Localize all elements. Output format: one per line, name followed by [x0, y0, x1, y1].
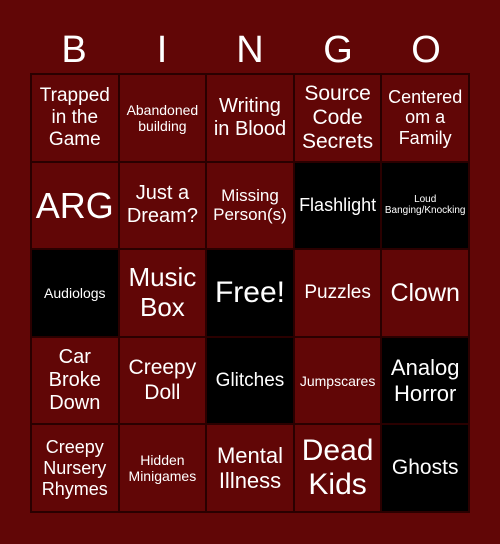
- header-letter-b: B: [61, 29, 87, 71]
- bingo-header: B I N G O: [30, 28, 470, 73]
- bingo-cell[interactable]: Audiologs: [31, 249, 119, 337]
- header-letter-n: N: [236, 29, 264, 71]
- bingo-cell[interactable]: Trapped in the Game: [31, 74, 119, 162]
- bingo-cell[interactable]: Mental Illness: [206, 424, 294, 512]
- bingo-cell[interactable]: Puzzles: [293, 249, 382, 337]
- bingo-cell[interactable]: Car Broke Down: [31, 336, 119, 425]
- bingo-cell[interactable]: Missing Person(s): [206, 161, 294, 250]
- bingo-cell[interactable]: Creepy Doll: [118, 336, 207, 425]
- bingo-cell[interactable]: Ghosts: [381, 424, 469, 512]
- bingo-cell[interactable]: Flashlight: [293, 161, 382, 250]
- bingo-cell[interactable]: Centered om a Family: [381, 74, 469, 162]
- bingo-cell[interactable]: Abandoned building: [118, 74, 207, 162]
- header-letter-o: O: [411, 29, 441, 71]
- bingo-cell[interactable]: Creepy Nursery Rhymes: [31, 424, 119, 512]
- header-letter-i: I: [156, 29, 168, 71]
- bingo-cell[interactable]: Loud Banging/Knocking: [381, 161, 469, 250]
- bingo-cell[interactable]: Hidden Minigames: [118, 424, 207, 512]
- bingo-cell[interactable]: Music Box: [118, 249, 207, 337]
- bingo-cell[interactable]: Free!: [206, 249, 294, 337]
- bingo-cell[interactable]: Glitches: [206, 336, 294, 425]
- bingo-cell[interactable]: Dead Kids: [293, 424, 382, 512]
- bingo-cell[interactable]: Jumpscares: [293, 336, 382, 425]
- bingo-cell[interactable]: Source Code Secrets: [293, 74, 382, 162]
- bingo-cell[interactable]: Clown: [381, 249, 469, 337]
- bingo-grid: Trapped in the Game Abandoned building Wri…: [30, 73, 470, 513]
- bingo-cell[interactable]: ARG: [31, 161, 119, 250]
- bingo-cell[interactable]: Analog Horror: [381, 336, 469, 425]
- header-letter-g: G: [323, 29, 353, 71]
- bingo-cell[interactable]: Writing in Blood: [206, 74, 294, 162]
- bingo-cell[interactable]: Just a Dream?: [118, 161, 207, 250]
